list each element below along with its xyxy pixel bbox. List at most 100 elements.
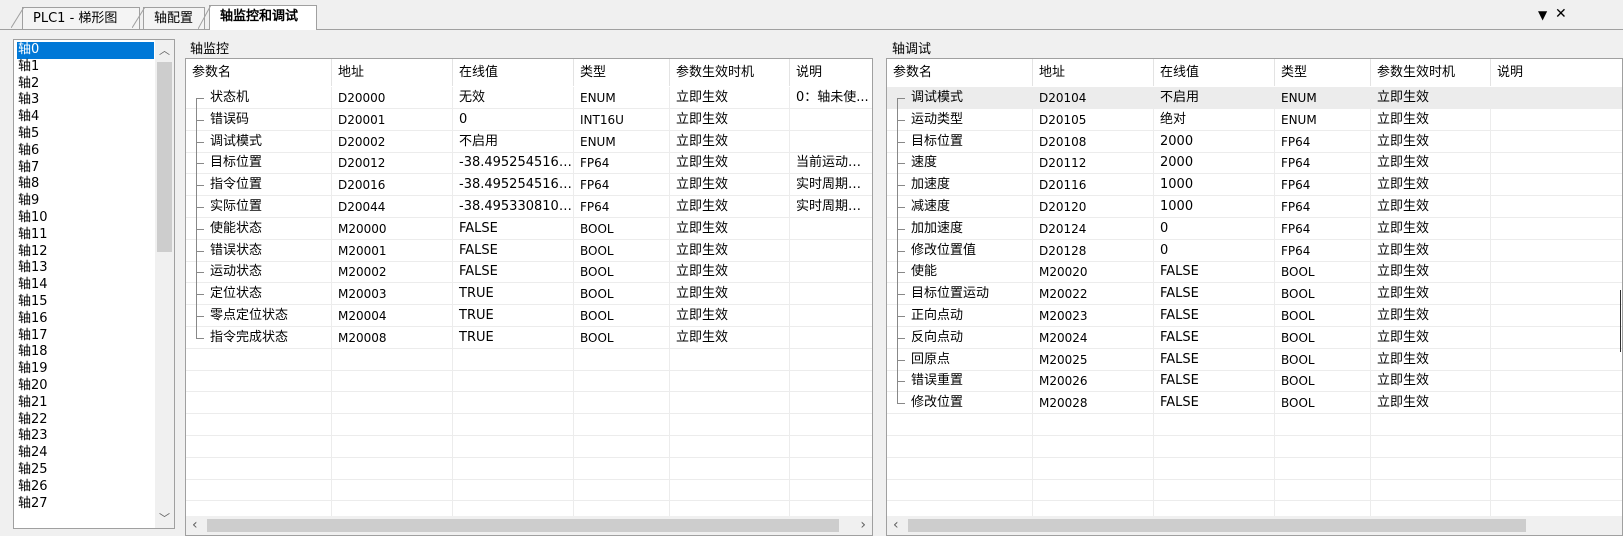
column-header[interactable]: 类型: [574, 59, 670, 86]
cell-name: [186, 348, 332, 370]
table-row[interactable]: 错误重置 M20026 FALSE BOOL 立即生效: [887, 370, 1622, 393]
axis-list-item[interactable]: 轴11: [17, 227, 154, 244]
table-row[interactable]: 定位状态 M20003 TRUE BOOL 立即生效: [186, 283, 872, 306]
axis-list-item[interactable]: 轴26: [17, 479, 154, 496]
cell-timing: 立即生效: [670, 174, 790, 196]
cell-desc: [1491, 87, 1622, 108]
column-header[interactable]: 地址: [332, 59, 453, 86]
axis-list-item[interactable]: 轴27: [17, 496, 154, 513]
table-row[interactable]: 运动状态 M20002 FALSE BOOL 立即生效: [186, 261, 872, 284]
scrollbar-thumb[interactable]: [157, 62, 172, 252]
table-row[interactable]: 指令完成状态 M20008 TRUE BOOL 立即生效: [186, 326, 872, 349]
table-row[interactable]: 加加速度 D20124 0 FP64 立即生效: [887, 217, 1622, 240]
table-row[interactable]: 减速度 D20120 1000 FP64 立即生效: [887, 196, 1622, 218]
table-row[interactable]: 零点定位状态 M20004 TRUE BOOL 立即生效: [186, 305, 872, 327]
scrollbar-thumb[interactable]: [207, 519, 839, 532]
axis-list[interactable]: 轴0 轴1 轴2 轴3 轴4 轴5 轴6 轴7 轴8 轴9 轴10 轴11 轴12 轴13 轴14 轴15 轴1…: [13, 39, 175, 529]
axis-list-item[interactable]: 轴21: [17, 395, 154, 412]
table-row[interactable]: 加速度 D20116 1000 FP64 立即生效: [887, 174, 1622, 197]
axis-list-item[interactable]: 轴9: [17, 193, 154, 210]
axis-list-scrollbar[interactable]: ︿ ﹀: [155, 40, 174, 528]
cell-type: BOOL: [574, 283, 670, 305]
close-icon[interactable]: ✕: [1555, 6, 1567, 22]
column-header[interactable]: 说明: [1491, 59, 1622, 86]
scroll-down-icon[interactable]: ﹀: [155, 510, 174, 526]
table-row[interactable]: 修改位置 M20028 FALSE BOOL 立即生效: [887, 392, 1622, 415]
axis-list-item[interactable]: 轴5: [17, 126, 154, 143]
axis-list-item[interactable]: 轴20: [17, 378, 154, 395]
tab-axis-monitor-debug[interactable]: 轴监控和调试: [198, 5, 317, 30]
column-header[interactable]: 在线值: [1154, 59, 1275, 86]
axis-list-item[interactable]: 轴22: [17, 412, 154, 429]
table-row[interactable]: 速度 D20112 2000 FP64 立即生效: [887, 152, 1622, 175]
axis-list-item[interactable]: 轴18: [17, 344, 154, 361]
axis-list-item[interactable]: 轴7: [17, 160, 154, 177]
table-row[interactable]: 实际位置 D20044 -38.4953308105... FP64 立即生效 实时周期反…: [186, 196, 872, 218]
axis-list-item[interactable]: 轴13: [17, 260, 154, 277]
cell-value: 1000: [1154, 196, 1275, 217]
tree-connector: [897, 87, 905, 109]
cell-addr: M20002: [332, 261, 453, 283]
column-header[interactable]: 地址: [1033, 59, 1154, 86]
scroll-left-icon[interactable]: ‹: [192, 517, 198, 533]
tab-axis-config[interactable]: 轴配置: [132, 7, 205, 29]
table-row[interactable]: 修改位置值 D20128 0 FP64 立即生效: [887, 239, 1622, 262]
axis-list-item[interactable]: 轴3: [17, 92, 154, 109]
axis-list-item[interactable]: 轴12: [17, 244, 154, 261]
axis-list-item[interactable]: 轴2: [17, 76, 154, 93]
column-header[interactable]: 参数名: [887, 59, 1033, 86]
cell-name: 修改位置: [887, 392, 1033, 414]
table-row[interactable]: 错误状态 M20001 FALSE BOOL 立即生效: [186, 239, 872, 262]
column-header[interactable]: 参数生效时机: [670, 59, 790, 86]
table-row[interactable]: 回原点 M20025 FALSE BOOL 立即生效: [887, 348, 1622, 371]
monitor-hscrollbar[interactable]: ‹ ›: [186, 516, 872, 535]
empty-row: [186, 457, 872, 480]
axis-list-item[interactable]: 轴8: [17, 176, 154, 193]
table-row[interactable]: 目标位置 D20012 -38.4952545166... FP64 立即生效 当前运动的…: [186, 152, 872, 175]
table-row[interactable]: 正向点动 M20023 FALSE BOOL 立即生效: [887, 305, 1622, 327]
column-header[interactable]: 说明: [790, 59, 872, 86]
scrollbar-thumb[interactable]: [908, 519, 1526, 532]
cell-name: 零点定位状态: [186, 305, 332, 326]
table-row[interactable]: 错误码 D20001 0 INT16U 立即生效: [186, 108, 872, 131]
table-row[interactable]: 目标位置运动 M20022 FALSE BOOL 立即生效: [887, 283, 1622, 306]
column-header[interactable]: 在线值: [453, 59, 574, 86]
scroll-up-icon[interactable]: ︿: [155, 42, 174, 58]
axis-list-item[interactable]: 轴0: [17, 42, 154, 59]
tree-connector: [196, 239, 204, 262]
cell-addr: [332, 457, 453, 479]
tree-connector: [897, 196, 905, 218]
table-row[interactable]: 状态机 D20000 无效 ENUM 立即生效 0：轴未使...: [186, 87, 872, 109]
cell-name: [887, 479, 1033, 501]
table-row[interactable]: 使能 M20020 FALSE BOOL 立即生效: [887, 261, 1622, 284]
column-header[interactable]: 类型: [1275, 59, 1371, 86]
scroll-right-icon[interactable]: ›: [860, 517, 866, 533]
axis-list-item[interactable]: 轴14: [17, 277, 154, 294]
axis-list-item[interactable]: 轴6: [17, 143, 154, 160]
tab-plc1-ladder[interactable]: PLC1 - 梯形图: [11, 7, 140, 29]
axis-list-item[interactable]: 轴23: [17, 428, 154, 445]
table-row[interactable]: 调试模式 D20104 不启用 ENUM 立即生效: [887, 87, 1622, 109]
scroll-left-icon[interactable]: ‹: [893, 517, 899, 533]
debug-hscrollbar[interactable]: ‹: [887, 516, 1622, 535]
axis-list-item[interactable]: 轴15: [17, 294, 154, 311]
column-header[interactable]: 参数名: [186, 59, 332, 86]
cell-name: 运动状态: [186, 261, 332, 283]
table-row[interactable]: 使能状态 M20000 FALSE BOOL 立即生效: [186, 217, 872, 240]
table-row[interactable]: 反向点动 M20024 FALSE BOOL 立即生效: [887, 326, 1622, 349]
table-row[interactable]: 运动类型 D20105 绝对 ENUM 立即生效: [887, 108, 1622, 131]
axis-list-item[interactable]: 轴19: [17, 361, 154, 378]
axis-list-item[interactable]: 轴17: [17, 328, 154, 345]
table-row[interactable]: 指令位置 D20016 -38.4952545166... FP64 立即生效 实时周期给…: [186, 174, 872, 197]
table-row[interactable]: 调试模式 D20002 不启用 ENUM 立即生效: [186, 130, 872, 153]
axis-list-item[interactable]: 轴24: [17, 445, 154, 462]
axis-list-item[interactable]: 轴4: [17, 109, 154, 126]
column-header[interactable]: 参数生效时机: [1371, 59, 1491, 86]
table-row[interactable]: 目标位置 D20108 2000 FP64 立即生效: [887, 130, 1622, 153]
cell-desc: [1491, 218, 1622, 239]
axis-list-item[interactable]: 轴16: [17, 311, 154, 328]
axis-list-item[interactable]: 轴1: [17, 59, 154, 76]
chevron-down-icon[interactable]: ▼: [1538, 8, 1547, 22]
axis-list-item[interactable]: 轴25: [17, 462, 154, 479]
axis-list-item[interactable]: 轴10: [17, 210, 154, 227]
